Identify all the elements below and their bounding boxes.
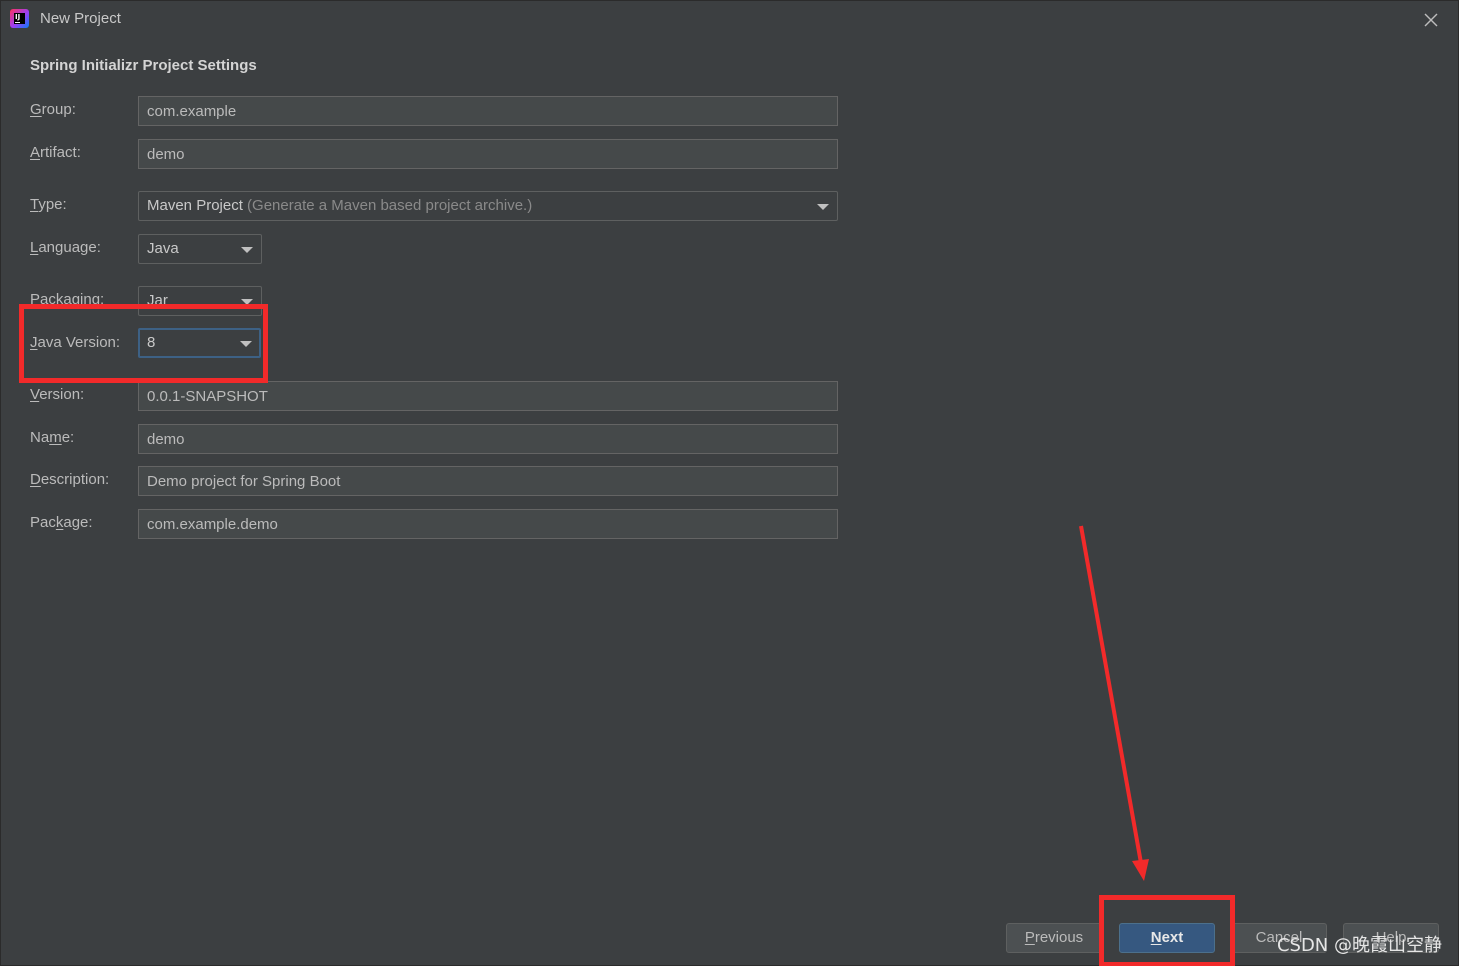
chevron-down-icon	[817, 204, 829, 210]
window-title: New Project	[40, 10, 121, 27]
language-label: Language:	[30, 239, 101, 256]
packaging-value: Jar	[147, 292, 168, 309]
csdn-watermark: CSDN @晚霞山空静	[1276, 935, 1442, 956]
close-icon[interactable]	[1420, 9, 1442, 31]
packaging-dropdown[interactable]: Jar	[138, 286, 262, 316]
java-version-value: 8	[147, 334, 156, 351]
chevron-down-icon	[241, 247, 253, 253]
group-field[interactable]	[138, 96, 838, 126]
group-label: Group:	[30, 101, 76, 118]
language-value: Java	[147, 240, 179, 257]
artifact-field[interactable]	[138, 139, 838, 169]
version-label: Version:	[30, 386, 85, 403]
name-field[interactable]	[138, 424, 838, 454]
new-project-dialog: IJ New Project Spring Initializr Project…	[0, 0, 1459, 966]
type-label: Type:	[30, 196, 67, 213]
java-version-dropdown[interactable]: 8	[138, 328, 261, 358]
chevron-down-icon	[241, 299, 253, 305]
chevron-down-icon	[240, 341, 252, 347]
intellij-idea-icon: IJ	[10, 9, 29, 28]
description-label: Description:	[30, 471, 110, 488]
previous-button[interactable]: Previous	[1006, 923, 1102, 953]
title-bar: IJ New Project	[1, 1, 1459, 39]
description-field[interactable]	[138, 466, 838, 496]
artifact-label: Artifact:	[30, 144, 81, 161]
name-label: Name:	[30, 429, 75, 446]
type-hint: (Generate a Maven based project archive.…	[247, 197, 533, 214]
package-label: Package:	[30, 514, 93, 531]
package-field[interactable]	[138, 509, 838, 539]
next-button[interactable]: Next	[1119, 923, 1215, 953]
type-dropdown[interactable]: Maven Project (Generate a Maven based pr…	[138, 191, 838, 221]
java-version-label: Java Version:	[30, 334, 121, 351]
type-value: Maven Project	[147, 197, 243, 214]
section-title: Spring Initializr Project Settings	[30, 57, 257, 74]
version-field[interactable]	[138, 381, 838, 411]
packaging-label: Packaging:	[30, 291, 105, 308]
language-dropdown[interactable]: Java	[138, 234, 262, 264]
